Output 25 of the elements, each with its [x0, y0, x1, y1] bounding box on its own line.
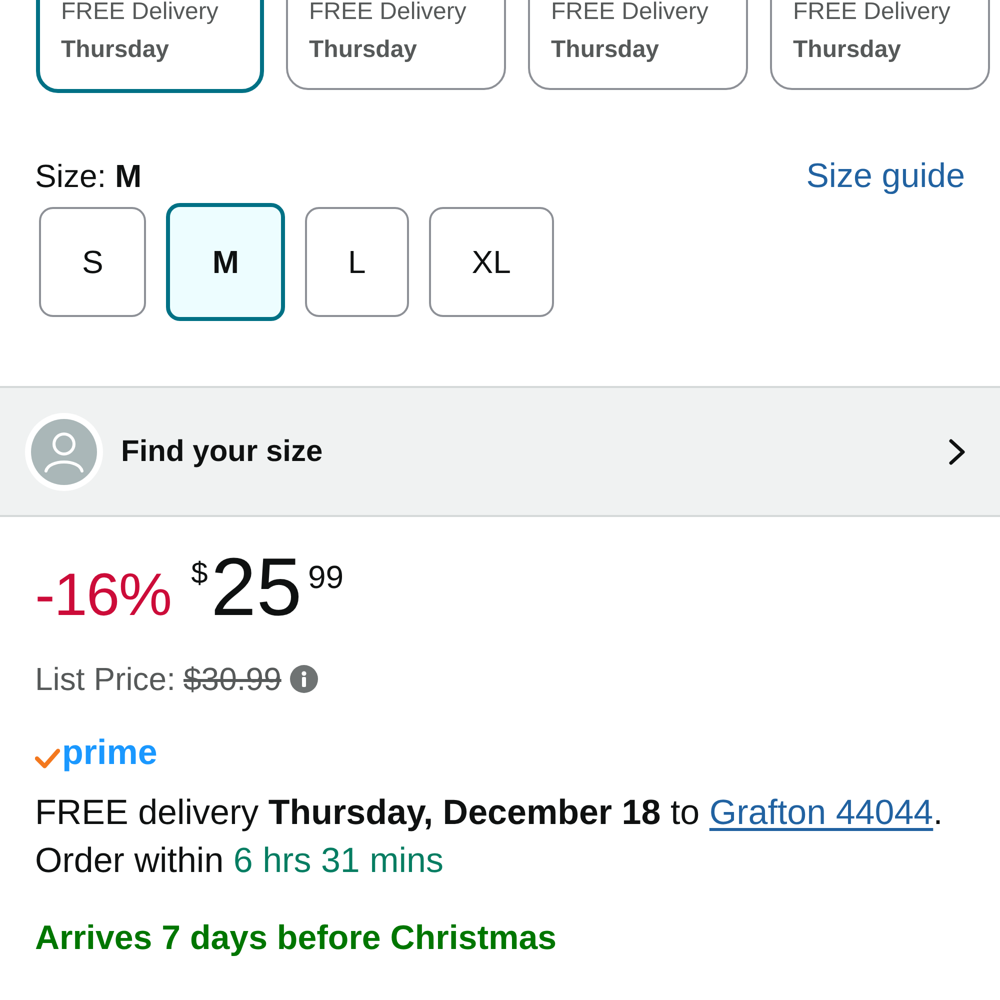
delivery-option-card[interactable]: FREE Delivery Thursday — [286, 0, 506, 90]
currency-symbol: $ — [191, 559, 208, 589]
check-icon — [35, 748, 60, 768]
chevron-right-icon — [948, 438, 966, 464]
delivery-option-card[interactable]: FREE Delivery Thursday — [36, 0, 264, 93]
avatar-icon — [25, 412, 103, 490]
list-price-label: List Price: — [35, 660, 176, 698]
size-guide-link[interactable]: Size guide — [806, 156, 965, 196]
info-icon[interactable] — [290, 665, 318, 693]
discount-percent: -16% — [35, 565, 172, 625]
delivery-message: FREE delivery Thursday, December 18 to Grafton 44044. Order within 6 hrs 31 mins — [34, 792, 944, 882]
find-your-size-button[interactable]: Find your size — [0, 386, 1000, 517]
arrival-note: Arrives 7 days before Christmas — [34, 918, 558, 958]
size-option-button[interactable]: S — [39, 207, 146, 317]
price-whole: 25 — [210, 547, 302, 629]
location-link[interactable]: Grafton 44044 — [709, 793, 934, 832]
prime-logo-text: prime — [62, 733, 158, 773]
size-option-button[interactable]: XL — [428, 207, 554, 317]
size-option-button[interactable]: M — [166, 203, 285, 321]
price-fraction: 99 — [308, 561, 344, 593]
list-price: $30.99 — [183, 660, 282, 698]
size-option-button[interactable]: L — [305, 207, 409, 317]
delivery-option-card[interactable]: FREE Delivery Thursday — [528, 0, 748, 90]
size-label: Size: M — [35, 157, 142, 196]
delivery-option-card[interactable]: FREE Delivery Thursday — [770, 0, 990, 90]
